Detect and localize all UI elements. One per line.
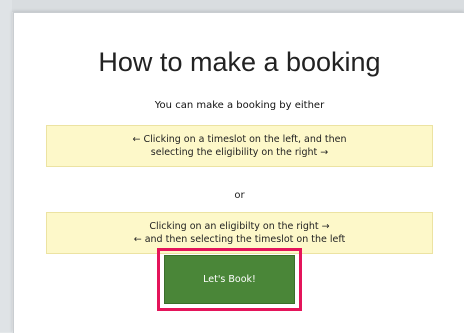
modal-subtitle: You can make a booking by either [154, 100, 325, 111]
option-one-line-1: ← Clicking on a timeslot on the left, an… [132, 134, 347, 145]
option-one-line-2: selecting the eligibility on the right → [150, 147, 329, 158]
backdrop-top-strip [0, 0, 464, 12]
option-timeslot-first: ← Clicking on a timeslot on the left, an… [46, 125, 433, 167]
option-two-line-1: Clicking on an eligibilty on the right → [149, 221, 330, 232]
lets-book-button[interactable]: Let's Book! [164, 255, 295, 304]
backdrop-left-strip [0, 0, 12, 332]
modal-title: How to make a booking [98, 47, 381, 77]
or-separator: or [234, 190, 245, 201]
option-two-line-2: ← and then selecting the timeslot on the… [133, 234, 346, 245]
